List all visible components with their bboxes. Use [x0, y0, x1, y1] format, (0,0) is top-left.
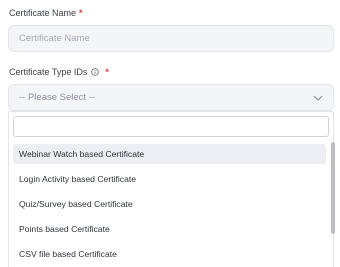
required-mark: * [79, 8, 83, 18]
option-label: Quiz/Survey based Certificate [19, 199, 133, 209]
option-quiz-survey[interactable]: Quiz/Survey based Certificate [13, 194, 326, 214]
option-webinar-watch[interactable]: Webinar Watch based Certificate [13, 144, 326, 164]
option-login-activity[interactable]: Login Activity based Certificate [13, 169, 326, 189]
certificate-type-dropdown: Webinar Watch based Certificate Login Ac… [8, 111, 335, 267]
certificate-name-label-text: Certificate Name [9, 8, 77, 18]
info-circle-icon[interactable] [91, 68, 100, 76]
certificate-name-label: Certificate Name * [9, 8, 83, 18]
option-label: Login Activity based Certificate [19, 174, 137, 184]
option-csv-file[interactable]: CSV file based Certificate [13, 244, 326, 264]
required-mark: * [105, 67, 109, 77]
certificate-type-selected: -- Please Select -- [19, 92, 96, 103]
dropdown-scrollbar[interactable] [331, 142, 335, 267]
certificate-name-placeholder: Certificate Name [19, 33, 90, 44]
certificate-type-select[interactable]: -- Please Select -- [8, 84, 334, 111]
scrollbar-thumb[interactable] [331, 142, 335, 234]
certificate-type-label-text: Certificate Type IDs [9, 67, 88, 77]
option-label: Points based Certificate [19, 224, 110, 234]
certificate-type-label: Certificate Type IDs * [9, 67, 109, 77]
chevron-down-icon [313, 95, 323, 101]
dropdown-search-input[interactable] [13, 116, 329, 137]
option-label: CSV file based Certificate [19, 249, 117, 259]
option-label: Webinar Watch based Certificate [19, 149, 145, 159]
certificate-name-input[interactable]: Certificate Name [8, 25, 334, 52]
option-points[interactable]: Points based Certificate [13, 219, 326, 239]
